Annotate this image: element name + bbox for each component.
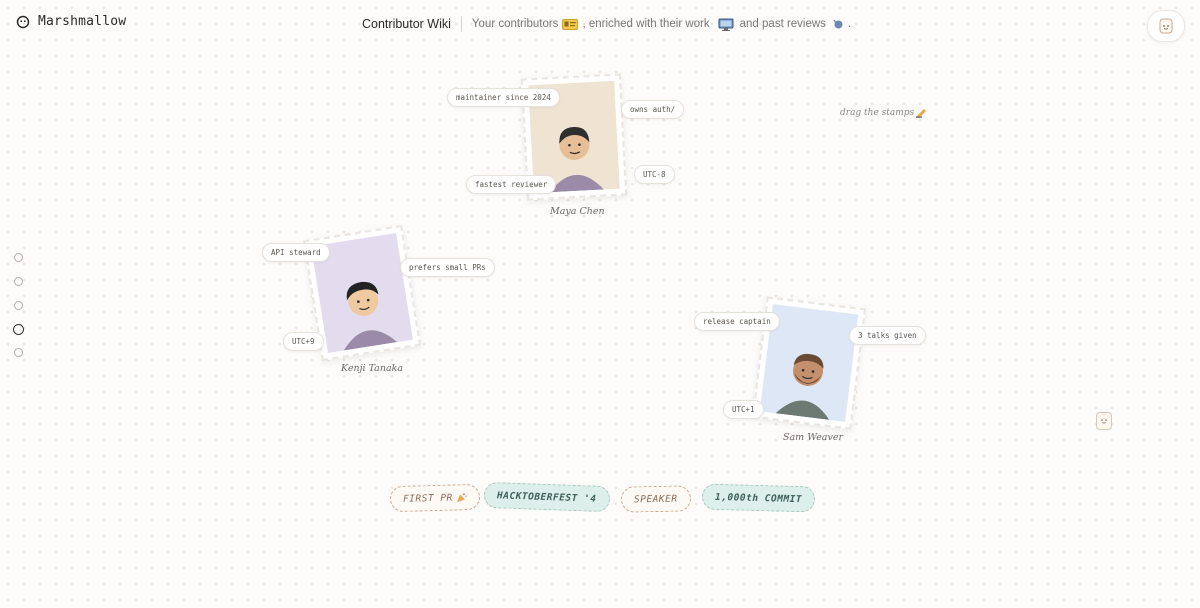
contributor-name-sam: Sam Weaver <box>783 432 844 443</box>
side-nav-dot-5[interactable] <box>14 348 23 357</box>
speech-bubble-icon <box>833 19 843 29</box>
tagline-part4: . <box>847 18 852 30</box>
tag-api-steward[interactable]: API steward <box>262 243 330 262</box>
tag-utc-sam[interactable]: UTC+1 <box>723 400 764 419</box>
writing-hand-icon <box>916 109 927 118</box>
face-icon <box>1101 419 1107 424</box>
tag-prefers-small-prs[interactable]: prefers small PRs <box>400 258 495 277</box>
side-nav-dot-2[interactable] <box>14 277 23 286</box>
tagline-part3: and past reviews <box>739 18 826 30</box>
badge-label: HACKTOBERFEST '4 <box>496 489 597 505</box>
badge-1000th-commit[interactable]: 1,000th COMMIT <box>701 483 816 513</box>
avatar-icon <box>1159 18 1173 34</box>
drag-hint-text: drag the stamps <box>840 108 915 118</box>
badge-speaker[interactable]: SPEAKER <box>620 485 691 513</box>
header-divider <box>460 16 462 32</box>
user-avatar-button[interactable] <box>1147 10 1185 42</box>
badge-label: FIRST PR <box>402 492 453 505</box>
tag-owns-auth[interactable]: owns auth/ <box>621 100 685 119</box>
tag-talks-given[interactable]: 3 talks given <box>849 326 926 345</box>
side-nav-dot-3[interactable] <box>14 301 23 310</box>
tag-release-captain[interactable]: release captain <box>694 312 780 331</box>
tagline-part1: Your contributors <box>471 18 559 30</box>
brand[interactable]: Marshmallow <box>16 14 126 29</box>
badge-hacktoberfest[interactable]: HACKTOBERFEST '4 <box>483 481 610 513</box>
floating-marshmallow-icon[interactable] <box>1096 412 1112 430</box>
computer-icon <box>718 18 734 31</box>
tag-utc-maya[interactable]: UTC-8 <box>634 165 675 184</box>
header-center: Contributor Wiki Your contributors , enr… <box>362 16 851 32</box>
tagline: Your contributors , enriched with their … <box>472 18 851 31</box>
tag-maintainer-since[interactable]: maintainer since 2024 <box>447 88 560 107</box>
page-title: Contributor Wiki <box>362 17 451 31</box>
badge-first-pr[interactable]: FIRST PR <box>389 483 481 513</box>
drag-hint: drag the stamps <box>840 108 928 118</box>
brand-name: Marshmallow <box>38 14 127 29</box>
tag-utc-kenji[interactable]: UTC+9 <box>283 332 324 351</box>
tagline-part2: , enriched with their work <box>582 18 710 30</box>
contributor-name-kenji: Kenji Tanaka <box>341 363 404 374</box>
contributor-name-maya: Maya Chen <box>550 206 605 217</box>
person-avatar-icon <box>343 281 398 351</box>
badge-label: SPEAKER <box>633 493 678 505</box>
badge-label: 1,000th COMMIT <box>714 491 803 505</box>
side-nav-dot-1[interactable] <box>14 253 23 262</box>
side-nav-dot-4-active[interactable] <box>13 324 24 335</box>
party-icon <box>456 492 467 502</box>
marshmallow-icon <box>16 15 30 28</box>
tag-fastest-reviewer[interactable]: fastest reviewer <box>466 175 557 194</box>
person-avatar-icon <box>775 353 830 420</box>
id-card-icon <box>562 18 579 30</box>
